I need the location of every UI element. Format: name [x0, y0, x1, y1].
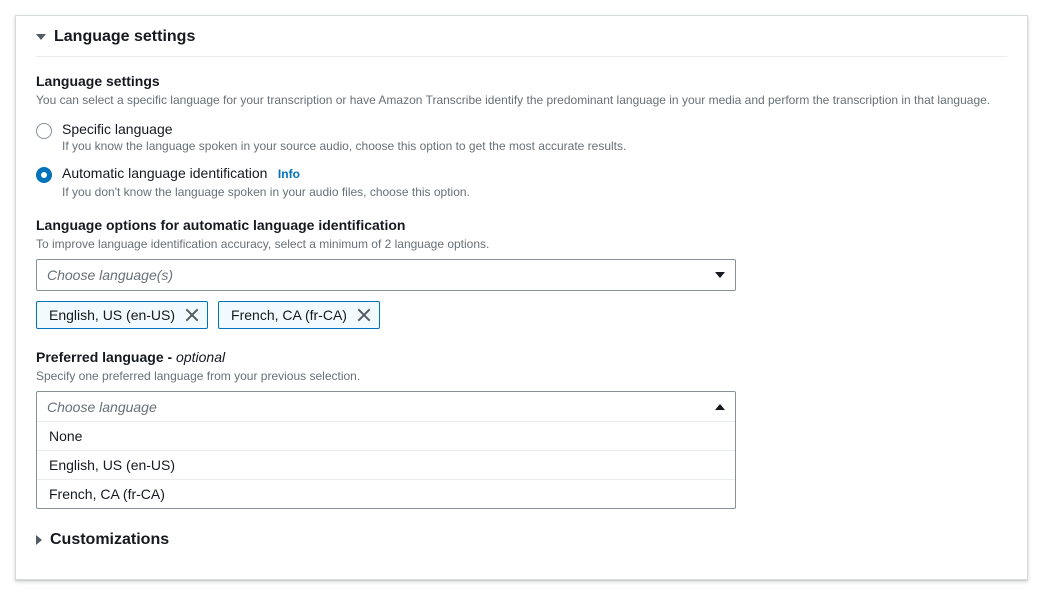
close-icon[interactable]: [185, 308, 199, 322]
preferred-language-title: Preferred language - optional: [36, 349, 1007, 365]
radio-text-wrap: Automatic language identification Info I…: [62, 165, 470, 199]
caret-down-icon: [715, 272, 725, 278]
radio-specific-label: Specific language: [62, 121, 626, 137]
radio-specific-description: If you know the language spoken in your …: [62, 139, 626, 153]
language-token-fr-ca: French, CA (fr-CA): [218, 301, 380, 329]
preferred-language-title-optional: optional: [176, 349, 225, 365]
preferred-language-field: Preferred language - optional Specify on…: [36, 349, 1007, 509]
language-token-en-us: English, US (en-US): [36, 301, 208, 329]
option-fr-ca[interactable]: French, CA (fr-CA): [37, 480, 735, 508]
token-label: English, US (en-US): [49, 307, 175, 323]
selected-language-tokens: English, US (en-US) French, CA (fr-CA): [36, 301, 1007, 329]
select-placeholder: Choose language(s): [47, 267, 173, 283]
customizations-section-header[interactable]: Customizations: [36, 513, 1007, 559]
preferred-language-title-main: Preferred language -: [36, 349, 176, 365]
language-mode-radio-group: Specific language If you know the langua…: [36, 121, 1007, 199]
language-options-description: To improve language identification accur…: [36, 235, 1007, 253]
preferred-language-description: Specify one preferred language from your…: [36, 367, 1007, 385]
radio-icon-selected[interactable]: [36, 167, 52, 183]
language-settings-content: Language settings You can select a speci…: [36, 57, 1007, 559]
section-title: Customizations: [50, 531, 169, 549]
preferred-language-options-list: None English, US (en-US) French, CA (fr-…: [37, 422, 735, 508]
language-settings-panel: Language settings Language settings You …: [15, 15, 1028, 580]
radio-auto-label: Automatic language identification: [62, 165, 267, 181]
language-options-title: Language options for automatic language …: [36, 217, 1007, 233]
radio-specific-language[interactable]: Specific language If you know the langua…: [36, 121, 1007, 153]
language-options-select[interactable]: Choose language(s): [36, 259, 736, 291]
preferred-language-select-header[interactable]: Choose language: [37, 392, 735, 422]
select-placeholder: Choose language: [47, 399, 157, 415]
token-label: French, CA (fr-CA): [231, 307, 347, 323]
language-options-field: Language options for automatic language …: [36, 217, 1007, 329]
caret-up-icon: [715, 404, 725, 410]
close-icon[interactable]: [357, 308, 371, 322]
caret-down-icon: [36, 34, 46, 40]
caret-right-icon: [36, 535, 42, 545]
language-settings-title: Language settings: [36, 73, 1007, 89]
preferred-language-dropdown: Choose language None English, US (en-US)…: [36, 391, 736, 509]
section-title: Language settings: [54, 28, 195, 46]
language-settings-intro: Language settings You can select a speci…: [36, 73, 1007, 109]
preferred-language-select-open: Choose language None English, US (en-US)…: [36, 391, 736, 509]
radio-automatic-language[interactable]: Automatic language identification Info I…: [36, 165, 1007, 199]
info-link[interactable]: Info: [278, 167, 300, 181]
radio-auto-label-row: Automatic language identification Info: [62, 165, 470, 183]
radio-icon[interactable]: [36, 123, 52, 139]
language-settings-section-header[interactable]: Language settings: [36, 16, 1007, 57]
radio-auto-description: If you don't know the language spoken in…: [62, 185, 470, 199]
option-none[interactable]: None: [37, 422, 735, 451]
language-settings-description: You can select a specific language for y…: [36, 91, 1007, 109]
option-en-us[interactable]: English, US (en-US): [37, 451, 735, 480]
radio-text-wrap: Specific language If you know the langua…: [62, 121, 626, 153]
